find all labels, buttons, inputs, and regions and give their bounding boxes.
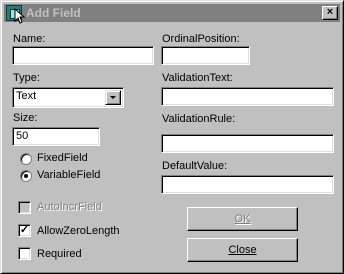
size-field[interactable]: 50	[12, 127, 100, 146]
type-label: Type:	[13, 72, 40, 84]
validation-rule-label: ValidationRule:	[162, 113, 236, 125]
default-value-field[interactable]	[161, 175, 334, 194]
type-select-value: Text	[16, 90, 37, 102]
default-value-label: DefaultValue:	[162, 160, 228, 172]
fixed-field-radio[interactable]	[20, 153, 32, 165]
title-bar[interactable]: Add Field ×	[4, 4, 340, 24]
validation-text-label: ValidationText:	[162, 72, 233, 84]
autoincr-field-checkbox[interactable]	[18, 201, 31, 214]
ok-button[interactable]: OK	[187, 207, 298, 231]
ok-button-label: OK	[234, 213, 251, 225]
autoincr-field-label: AutoIncrField	[37, 201, 102, 213]
allow-zero-length-checkbox[interactable]: ✓	[18, 224, 31, 237]
variable-field-label[interactable]: VariableField	[37, 169, 100, 181]
fixed-field-label[interactable]: FixedField	[37, 152, 88, 164]
size-label: Size:	[13, 112, 38, 124]
name-label: Name:	[13, 33, 46, 45]
ordinal-position-label: OrdinalPosition:	[162, 33, 240, 45]
window-title: Add Field	[26, 6, 81, 20]
required-checkbox[interactable]	[18, 247, 31, 260]
allow-zero-length-label[interactable]: AllowZeroLength	[37, 225, 120, 237]
required-label[interactable]: Required	[37, 248, 82, 260]
validation-text-field[interactable]	[161, 87, 334, 106]
close-button[interactable]: Close	[187, 238, 298, 262]
type-select[interactable]: Text	[12, 87, 124, 108]
close-button-label: Close	[228, 244, 257, 256]
add-field-dialog: Add Field × Name: Type: Text Size: 50 Fi…	[0, 0, 344, 274]
close-window-button[interactable]: ×	[322, 6, 338, 20]
name-field[interactable]	[12, 46, 154, 65]
ordinal-position-field[interactable]	[161, 46, 250, 65]
validation-rule-field[interactable]	[161, 134, 334, 153]
chevron-down-icon[interactable]	[105, 90, 121, 105]
variable-field-radio[interactable]	[20, 170, 32, 182]
mouse-cursor-icon	[14, 8, 26, 24]
